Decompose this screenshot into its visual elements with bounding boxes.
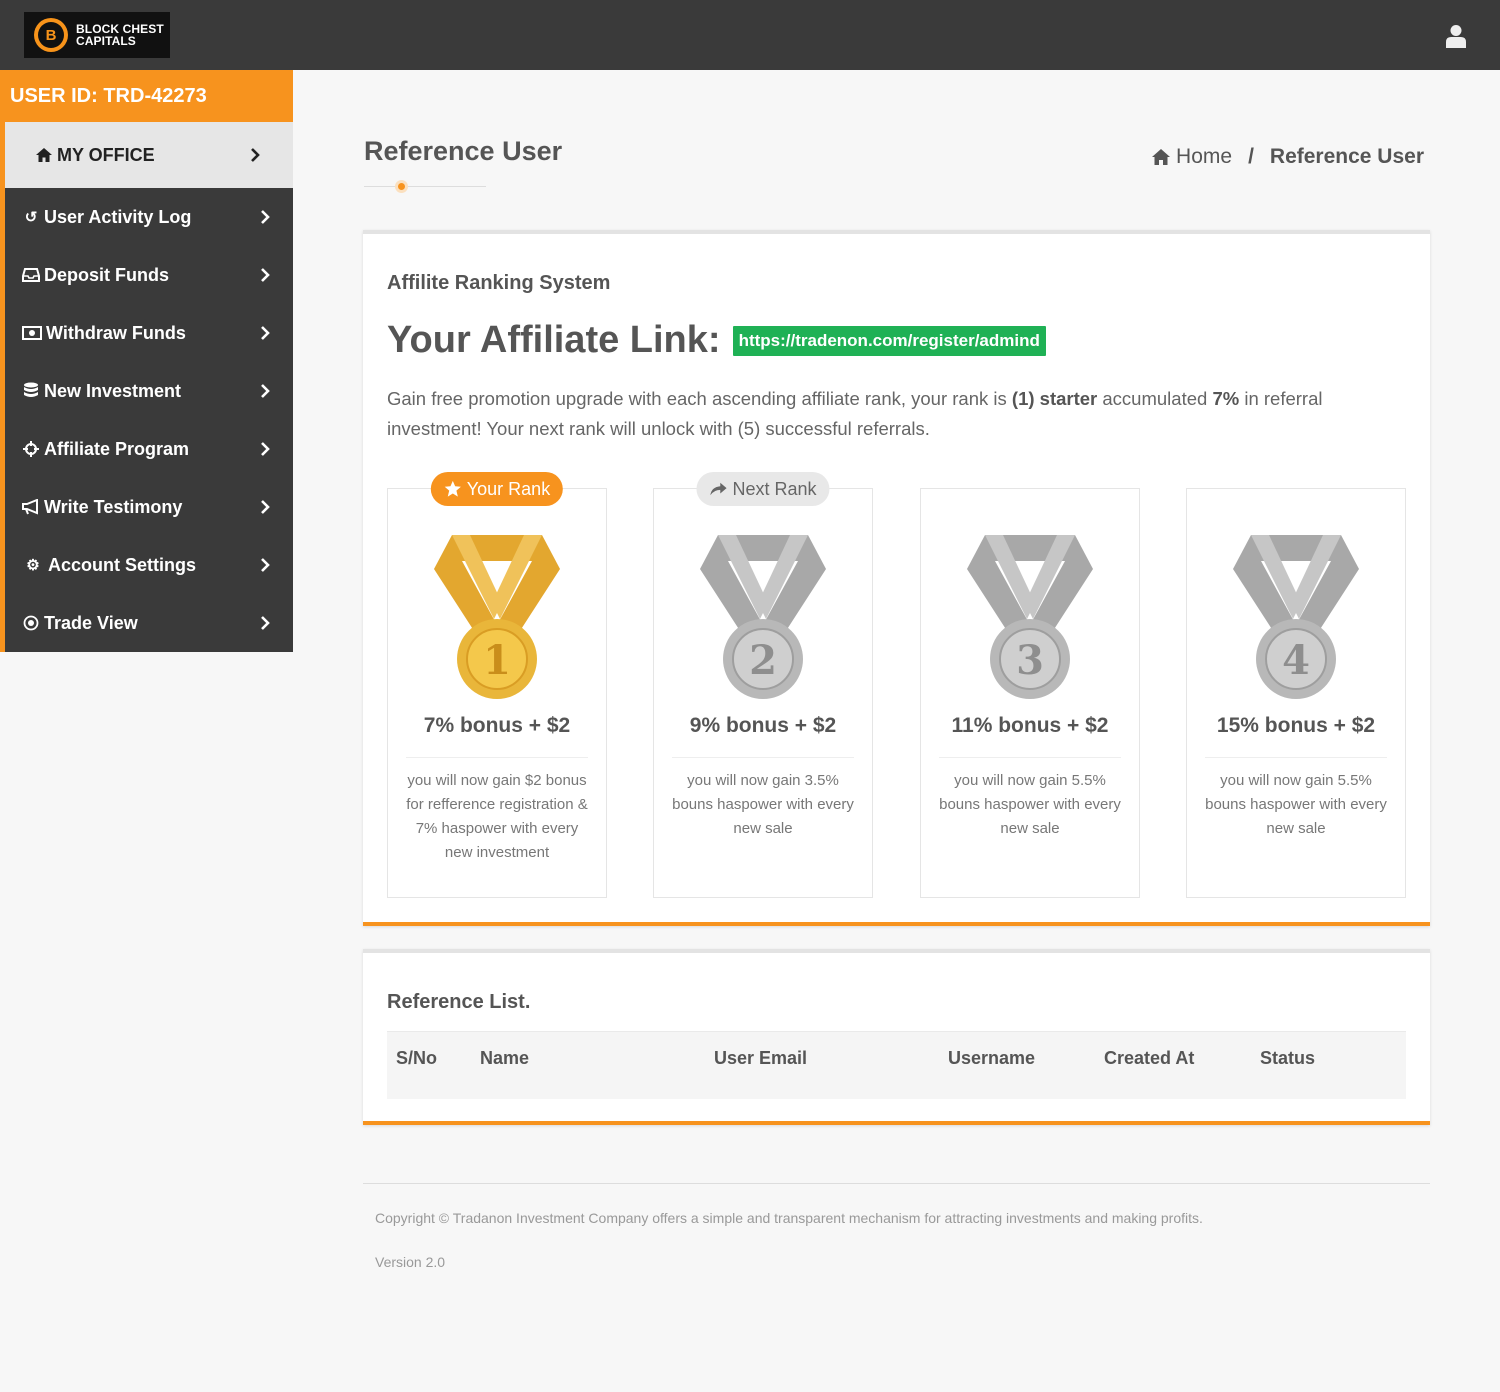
affiliate-link[interactable]: https://tradenon.com/register/admind [732, 325, 1046, 356]
column-header-username[interactable]: Username [948, 1048, 1035, 1069]
affiliate-link-row: Your Affiliate Link: https://tradenon.co… [387, 319, 1046, 362]
sidebar-item-label: Trade View [44, 612, 138, 633]
user-id-label: USER ID: TRD-42273 [0, 70, 293, 122]
reference-list-heading: Reference List. [387, 991, 531, 1013]
gold-medal-icon: 1 [434, 535, 560, 699]
sidebar-item-deposit-funds[interactable]: Deposit Funds [5, 246, 293, 304]
sidebar-item-label: Account Settings [48, 554, 197, 575]
footer-version: Version 2.0 [375, 1254, 446, 1270]
rank-description: you will now gain 5.5% bouns haspower wi… [1205, 772, 1387, 837]
user-icon[interactable] [1446, 24, 1466, 48]
share-arrow-icon [710, 482, 727, 496]
chevron-right-icon [261, 500, 270, 514]
affiliate-ranking-card: Affilite Ranking System Your Affiliate L… [363, 230, 1430, 926]
history-icon: ↺ [24, 209, 38, 226]
sidebar-item-account-settings[interactable]: ⚙ Account Settings [5, 536, 293, 594]
affiliate-card-heading: Affilite Ranking System [387, 272, 611, 294]
silver-medal-icon: 2 [700, 535, 826, 699]
brand-logo[interactable]: B BLOCK CHEST CAPITALS [24, 12, 170, 58]
brand-name: BLOCK CHEST CAPITALS [76, 22, 164, 48]
sidebar-item-label: Write Testimony [44, 496, 183, 517]
affiliate-description: Gain free promotion upgrade with each as… [387, 388, 1323, 439]
target-icon [23, 615, 39, 631]
rank-card-2: Next Rank 2 9% bonus + $2 you will now g… [653, 472, 873, 898]
home-icon [1152, 149, 1171, 165]
column-header-created-at[interactable]: Created At [1104, 1048, 1194, 1069]
sidebar-item-my-office[interactable]: MY OFFICE [5, 122, 293, 188]
rank-bonus: 7% bonus + $2 [423, 714, 571, 737]
bitcoin-logo-icon: B [34, 18, 68, 52]
chevron-right-icon [261, 442, 270, 456]
footer-divider [363, 1183, 1430, 1184]
sidebar-item-label: MY OFFICE [57, 144, 155, 165]
sidebar-item-label: Affiliate Program [44, 438, 190, 459]
database-icon [24, 382, 38, 397]
breadcrumb: Home / Reference User [1151, 145, 1424, 169]
chevron-right-icon [261, 616, 270, 630]
sidebar-item-trade-view[interactable]: Trade View [5, 594, 293, 652]
home-icon [36, 148, 52, 162]
breadcrumb-home-link[interactable]: Home [1176, 145, 1232, 169]
chevron-right-icon [261, 326, 270, 340]
affiliate-link-label: Your Affiliate Link: [387, 319, 721, 361]
crosshairs-icon [23, 441, 39, 457]
sidebar-item-withdraw-funds[interactable]: Withdraw Funds [5, 304, 293, 362]
chevron-right-icon [261, 268, 270, 282]
chevron-right-icon [251, 148, 260, 162]
divider [406, 757, 588, 758]
svg-text:4: 4 [1282, 637, 1310, 684]
reference-table-header: S/No Name User Email Username Created At… [387, 1031, 1406, 1099]
rank-bonus: 11% bonus + $2 [951, 714, 1109, 737]
silver-medal-icon: 4 [1233, 535, 1359, 699]
divider [1205, 757, 1387, 758]
sidebar-item-label: Withdraw Funds [46, 322, 186, 343]
svg-text:2: 2 [749, 637, 777, 684]
sidebar: USER ID: TRD-42273 MY OFFICE ↺ User Acti… [0, 70, 293, 652]
sidebar-item-new-investment[interactable]: New Investment [5, 362, 293, 420]
chevron-right-icon [261, 384, 270, 398]
rank-description: you will now gain 5.5% bouns haspower wi… [939, 772, 1121, 837]
gears-icon: ⚙ [26, 557, 40, 574]
column-header-status[interactable]: Status [1260, 1048, 1315, 1069]
sidebar-item-affiliate-program[interactable]: Affiliate Program [5, 420, 293, 478]
title-underline [364, 186, 486, 187]
rank-bonus: 15% bonus + $2 [1216, 714, 1376, 737]
breadcrumb-current: Reference User [1269, 145, 1424, 168]
column-header-name[interactable]: Name [480, 1048, 529, 1069]
column-header-sno[interactable]: S/No [396, 1048, 437, 1069]
inbox-icon [22, 268, 40, 282]
star-icon [444, 480, 461, 497]
rank-description: you will now gain $2 bonus for refferenc… [406, 772, 588, 861]
sidebar-menu: MY OFFICE ↺ User Activity Log Deposit Fu… [0, 122, 293, 652]
chevron-right-icon [261, 558, 270, 572]
rank-card-3: 3 11% bonus + $2 you will now gain 5.5% … [920, 488, 1140, 898]
bullhorn-icon [22, 499, 38, 515]
sidebar-item-label: Deposit Funds [44, 264, 169, 285]
top-navbar: B BLOCK CHEST CAPITALS [0, 0, 1500, 70]
rank-card-1: Your Rank 1 7% bonus + $2 you will now g… [387, 472, 607, 898]
column-header-email[interactable]: User Email [714, 1048, 807, 1069]
footer-copyright: Copyright © Tradanon Investment Company … [375, 1210, 1203, 1226]
divider [939, 757, 1121, 758]
next-rank-badge: Next Rank [696, 472, 830, 506]
your-rank-badge: Your Rank [430, 472, 564, 506]
chevron-right-icon [261, 210, 270, 224]
sidebar-item-label: New Investment [44, 380, 182, 401]
money-icon [22, 326, 42, 340]
svg-text:1: 1 [483, 637, 511, 684]
reference-list-card: Reference List. S/No Name User Email Use… [363, 949, 1430, 1125]
sidebar-item-write-testimony[interactable]: Write Testimony [5, 478, 293, 536]
divider [672, 757, 854, 758]
rank-bonus: 9% bonus + $2 [689, 714, 837, 737]
sidebar-item-label: User Activity Log [44, 206, 192, 227]
breadcrumb-separator: / [1248, 145, 1254, 168]
rank-card-4: 4 15% bonus + $2 you will now gain 5.5% … [1186, 488, 1406, 898]
sidebar-item-user-activity-log[interactable]: ↺ User Activity Log [5, 188, 293, 246]
title-dot [395, 180, 408, 193]
silver-medal-icon: 3 [967, 535, 1093, 699]
svg-text:3: 3 [1016, 637, 1044, 684]
page-title: Reference User [364, 136, 563, 166]
rank-description: you will now gain 3.5% bouns haspower wi… [672, 772, 854, 837]
